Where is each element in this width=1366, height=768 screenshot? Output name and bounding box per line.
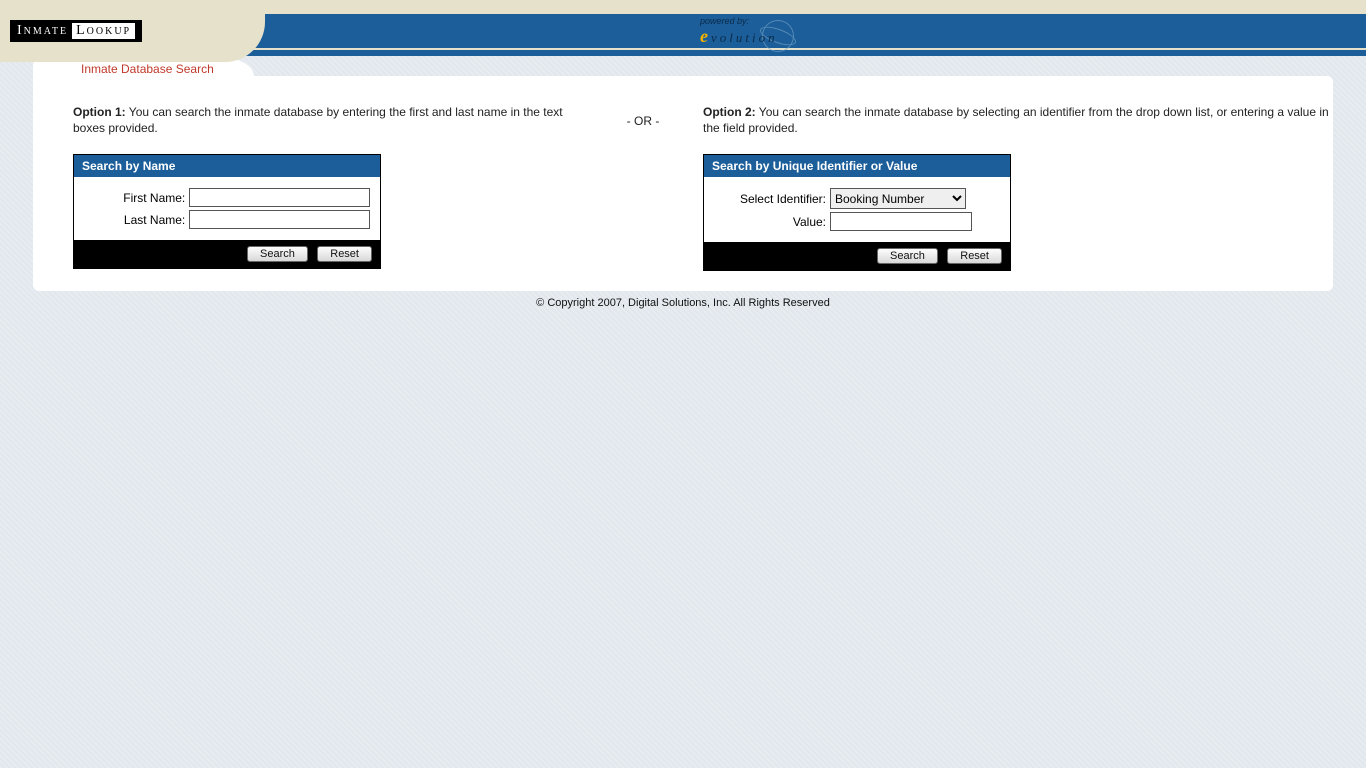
option1-desc: You can search the inmate database by en… [73, 105, 563, 135]
site-logo: Inmate Lookup [10, 20, 142, 42]
powered-by: powered by: evolution [700, 16, 778, 47]
last-name-input[interactable] [189, 210, 370, 229]
search-by-identifier-panel: Search by Unique Identifier or Value Sel… [703, 154, 1011, 271]
column-option1: Option 1: You can search the inmate data… [73, 104, 583, 269]
value-row: Value: [714, 212, 1000, 231]
panel1-footer: Search Reset [74, 240, 380, 268]
main-panel: Inmate Database Search Option 1: You can… [33, 76, 1333, 291]
logo-wrap: Inmate Lookup [10, 20, 142, 42]
panel1-reset-button[interactable]: Reset [317, 246, 372, 262]
powered-brand: evolution [700, 30, 778, 45]
first-name-label: First Name: [84, 191, 189, 205]
powered-label: powered by: [700, 16, 749, 26]
header-strip-tan [0, 0, 1366, 14]
panel1-body: First Name: Last Name: [74, 177, 380, 240]
option2-label: Option 2: [703, 105, 756, 119]
copyright-footer: © Copyright 2007, Digital Solutions, Inc… [0, 297, 1366, 309]
identifier-row: Select Identifier: Booking Number [714, 188, 1000, 209]
content-row: Option 1: You can search the inmate data… [33, 76, 1333, 271]
option2-text: Option 2: You can search the inmate data… [703, 104, 1343, 136]
logo-text-2: Lookup [72, 23, 135, 39]
header-strip-blue: Inmate Lookup powered by: evolution [0, 14, 1366, 48]
panel2-header: Search by Unique Identifier or Value [704, 155, 1010, 177]
option1-text: Option 1: You can search the inmate data… [73, 104, 583, 136]
header-banner: Inmate Lookup powered by: evolution [0, 0, 1366, 56]
panel2-search-button[interactable]: Search [877, 248, 938, 264]
first-name-row: First Name: [84, 188, 370, 207]
option2-desc: You can search the inmate database by se… [703, 105, 1329, 135]
panel1-header: Search by Name [74, 155, 380, 177]
or-separator: - OR - [613, 104, 673, 128]
logo-text-1: Inmate [17, 23, 68, 39]
value-label: Value: [714, 215, 830, 229]
panel2-reset-button[interactable]: Reset [947, 248, 1002, 264]
last-name-row: Last Name: [84, 210, 370, 229]
panel2-footer: Search Reset [704, 242, 1010, 270]
identifier-label: Select Identifier: [714, 192, 830, 206]
value-input[interactable] [830, 212, 972, 231]
panel1-search-button[interactable]: Search [247, 246, 308, 262]
column-option2: Option 2: You can search the inmate data… [703, 104, 1343, 271]
page-title: Inmate Database Search [81, 62, 214, 76]
identifier-select[interactable]: Booking Number [830, 188, 966, 209]
search-by-name-panel: Search by Name First Name: Last Name: Se… [73, 154, 381, 269]
option1-label: Option 1: [73, 105, 126, 119]
panel2-body: Select Identifier: Booking Number Value: [704, 177, 1010, 242]
first-name-input[interactable] [189, 188, 370, 207]
last-name-label: Last Name: [84, 213, 189, 227]
